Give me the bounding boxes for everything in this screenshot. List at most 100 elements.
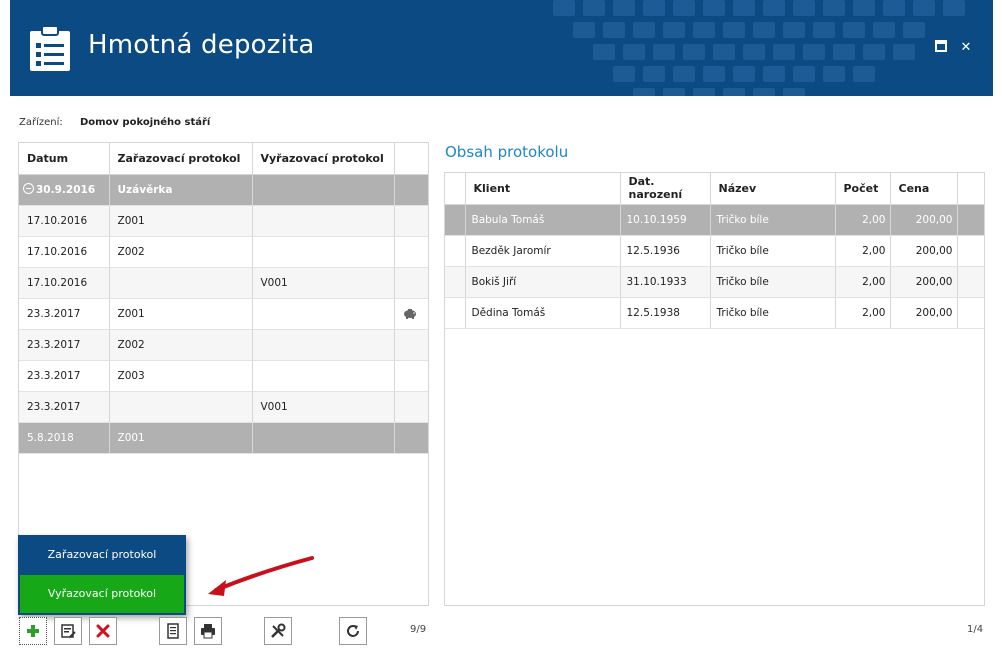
annotation-arrow xyxy=(208,556,314,596)
column-header[interactable]: Datum xyxy=(19,143,110,175)
cell-date: 23.3.2017 xyxy=(19,391,110,423)
cell-in: Z001 xyxy=(109,298,253,330)
cell-out xyxy=(252,422,395,454)
cell-out xyxy=(252,205,395,237)
left-record-counter: 9/9 xyxy=(410,624,427,635)
document-button[interactable] xyxy=(159,617,187,645)
cell-name: Tričko bíle xyxy=(710,266,836,298)
protocol-content-table: Klient Dat. narození Název Počet Cena Ba… xyxy=(445,173,984,329)
table-row[interactable]: 23.3.2017 Z001 xyxy=(19,298,428,330)
cell-in xyxy=(109,267,253,299)
cell-client: Bezděk Jaromír xyxy=(465,235,621,267)
cell-count: 2,00 xyxy=(835,235,891,267)
group-date: 30.9.2016 xyxy=(19,174,110,206)
cell-in xyxy=(109,391,253,423)
right-record-counter: 1/4 xyxy=(967,624,984,635)
tools-icon xyxy=(271,623,286,638)
cell-birth: 12.5.1938 xyxy=(620,297,711,329)
clipboard-icon xyxy=(30,26,70,71)
group-label: Uzávěrka xyxy=(109,174,253,206)
cell-name: Tričko bíle xyxy=(710,297,836,329)
protocols-table: Datum Zařazovací protokol Vyřazovací pro… xyxy=(19,143,428,454)
table-row[interactable]: 23.3.2017 Z003 xyxy=(19,360,428,392)
cell-birth: 10.10.1959 xyxy=(620,204,711,236)
cell-client: Bokiš Jiří xyxy=(465,266,621,298)
edit-button[interactable] xyxy=(54,617,82,645)
menu-item-vyrazovaci[interactable]: Vyřazovací protokol xyxy=(20,575,184,613)
protocol-content-title: Obsah protokolu xyxy=(445,143,569,161)
table-row-selected[interactable]: Babula Tomáš 10.10.1959 Tričko bíle 2,00… xyxy=(445,204,984,236)
table-row[interactable]: Dědina Tomáš 12.5.1938 Tričko bíle 2,00 … xyxy=(445,297,984,329)
menu-item-zarazovaci[interactable]: Zařazovací protokol xyxy=(18,535,186,575)
refresh-icon xyxy=(347,625,359,637)
facility-line: Zařízení: Domov pokojného stáří xyxy=(19,117,210,128)
column-header[interactable]: Název xyxy=(710,173,836,205)
group-date-text: 30.9.2016 xyxy=(36,184,96,196)
refresh-button[interactable] xyxy=(339,617,367,645)
delete-icon xyxy=(96,624,110,638)
column-header[interactable]: Počet xyxy=(835,173,891,205)
column-header[interactable]: Zařazovací protokol xyxy=(109,143,253,175)
cell-client: Babula Tomáš xyxy=(465,204,621,236)
delete-button[interactable] xyxy=(89,617,117,645)
maximize-icon[interactable] xyxy=(933,40,949,56)
facility-value: Domov pokojného stáří xyxy=(79,117,211,128)
cell-birth: 12.5.1936 xyxy=(620,235,711,267)
cell-out xyxy=(252,360,395,392)
edit-icon xyxy=(61,624,76,638)
collapse-icon[interactable] xyxy=(23,183,34,194)
table-row[interactable]: 17.10.2016 Z002 xyxy=(19,236,428,268)
print-button[interactable] xyxy=(194,617,222,645)
table-header: Klient Dat. narození Název Počet Cena xyxy=(445,173,984,205)
cell-price: 200,00 xyxy=(890,266,958,298)
cell-count: 2,00 xyxy=(835,297,891,329)
add-button[interactable] xyxy=(19,617,47,645)
app-header: Hmotná depozita ✕ xyxy=(10,0,993,96)
table-row[interactable]: 17.10.2016 Z001 xyxy=(19,205,428,237)
table-row-group[interactable]: 30.9.2016 Uzávěrka xyxy=(19,174,428,206)
cell-date: 17.10.2016 xyxy=(19,267,110,299)
cell-name: Tričko bíle xyxy=(710,235,836,267)
cell-client: Dědina Tomáš xyxy=(465,297,621,329)
cell-out xyxy=(252,298,395,330)
table-row[interactable]: 23.3.2017 V001 xyxy=(19,391,428,423)
table-row-selected[interactable]: 5.8.2018 Z001 xyxy=(19,422,428,454)
plus-icon xyxy=(27,625,39,637)
table-row[interactable]: Bezděk Jaromír 12.5.1936 Tričko bíle 2,0… xyxy=(445,235,984,267)
cell-price: 200,00 xyxy=(890,297,958,329)
cell-date: 17.10.2016 xyxy=(19,236,110,268)
cell-price: 200,00 xyxy=(890,204,958,236)
cell-out: V001 xyxy=(252,267,395,299)
column-header[interactable]: Cena xyxy=(890,173,958,205)
add-protocol-menu: Zařazovací protokol Vyřazovací protokol xyxy=(18,535,186,615)
cell-birth: 31.10.1933 xyxy=(620,266,711,298)
close-icon[interactable]: ✕ xyxy=(958,40,974,56)
column-header xyxy=(394,143,428,175)
cell-date: 23.3.2017 xyxy=(19,329,110,361)
cell-date: 5.8.2018 xyxy=(19,422,110,454)
cell-count: 2,00 xyxy=(835,204,891,236)
cell-price: 200,00 xyxy=(890,235,958,267)
cell-out xyxy=(252,236,395,268)
table-row[interactable]: 23.3.2017 Z002 xyxy=(19,329,428,361)
cell-in: Z002 xyxy=(109,236,253,268)
column-header[interactable]: Klient xyxy=(465,173,621,205)
column-header[interactable]: Vyřazovací protokol xyxy=(252,143,395,175)
table-header: Datum Zařazovací protokol Vyřazovací pro… xyxy=(19,143,428,175)
piggy-bank-icon xyxy=(403,309,416,319)
document-icon xyxy=(167,623,179,639)
cell-in: Z001 xyxy=(109,205,253,237)
tools-button[interactable] xyxy=(264,617,292,645)
table-row[interactable]: 17.10.2016 V001 xyxy=(19,267,428,299)
cell-name: Tričko bíle xyxy=(710,204,836,236)
table-row[interactable]: Bokiš Jiří 31.10.1933 Tričko bíle 2,00 2… xyxy=(445,266,984,298)
column-header[interactable]: Dat. narození xyxy=(620,173,711,205)
cell-in: Z001 xyxy=(109,422,253,454)
print-icon xyxy=(201,624,215,639)
cell-in: Z002 xyxy=(109,329,253,361)
cell-in: Z003 xyxy=(109,360,253,392)
cell-out xyxy=(252,329,395,361)
cell-date: 23.3.2017 xyxy=(19,298,110,330)
header-pattern xyxy=(553,0,965,96)
protocol-content-grid: Klient Dat. narození Název Počet Cena Ba… xyxy=(444,172,985,606)
